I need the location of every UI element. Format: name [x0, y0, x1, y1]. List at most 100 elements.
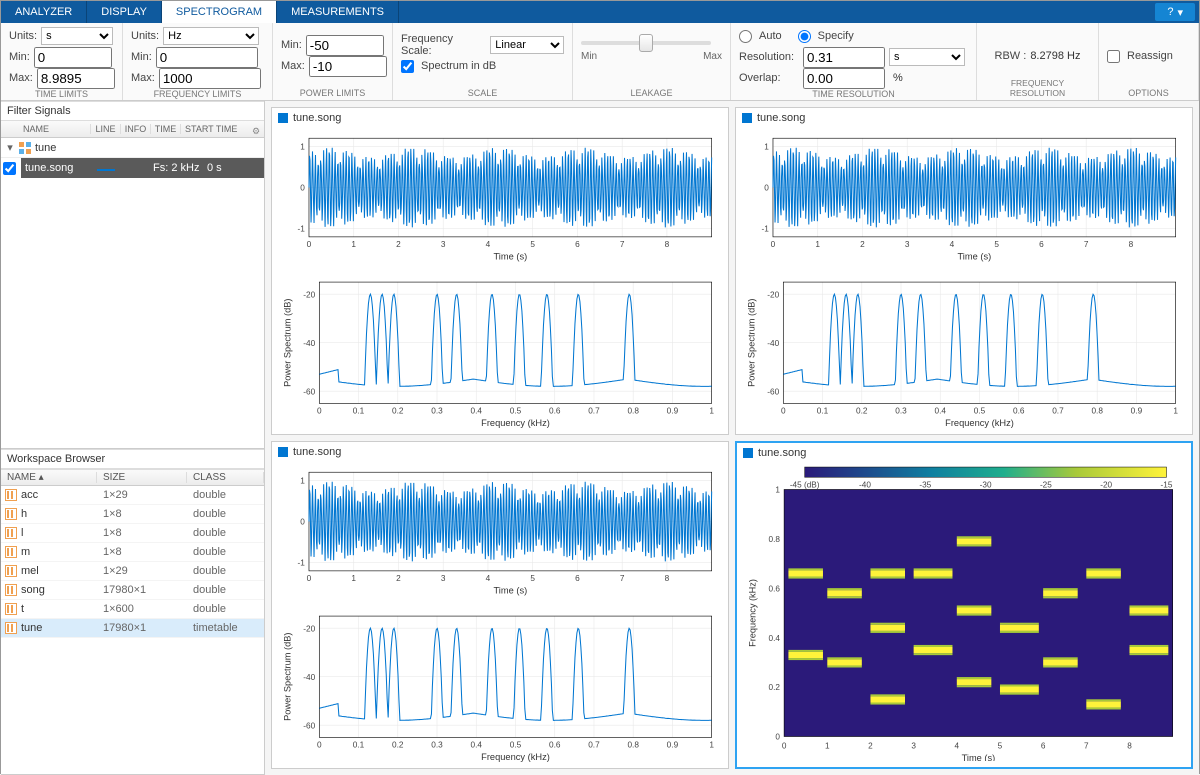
leakage-min-label: Min — [581, 51, 597, 62]
variable-name: mel — [21, 565, 39, 577]
power-min-label: Min: — [281, 39, 302, 51]
rbw-label: RBW : — [995, 50, 1027, 62]
svg-text:0.8: 0.8 — [769, 535, 781, 544]
filter-signals-title: Filter Signals — [1, 101, 264, 121]
variable-icon — [5, 565, 17, 577]
freqscale-label: Frequency Scale: — [401, 33, 486, 57]
leakage-max-label: Max — [703, 51, 722, 62]
workspace-row[interactable]: tune 17980×1 timetable — [1, 619, 264, 638]
resolution-input[interactable] — [803, 47, 885, 68]
timeres-auto-label: Auto — [759, 30, 782, 42]
variable-name: t — [21, 603, 24, 615]
group-frequency-resolution: RBW : 8.2798 Hz FREQUENCY RESOLUTION — [977, 23, 1099, 100]
svg-text:0.4: 0.4 — [935, 407, 947, 416]
overlap-input[interactable] — [803, 68, 885, 89]
variable-size: 17980×1 — [97, 622, 187, 634]
plot-legend-label: tune.song — [757, 112, 805, 124]
signal-group-tune[interactable]: ▾ tune — [1, 138, 264, 158]
svg-text:0.6: 0.6 — [1013, 407, 1025, 416]
workspace-row[interactable]: m 1×8 double — [1, 543, 264, 562]
reassign-checkbox[interactable] — [1107, 50, 1120, 63]
svg-text:5: 5 — [530, 574, 535, 583]
svg-text:-60: -60 — [303, 387, 315, 396]
signal-checkbox[interactable] — [3, 162, 16, 175]
group-frequency-resolution-label: FREQUENCY RESOLUTION — [985, 76, 1090, 98]
freq-min-input[interactable] — [156, 47, 258, 68]
svg-text:0: 0 — [317, 407, 322, 416]
time-max-input[interactable] — [37, 68, 115, 89]
signal-row-tune-song[interactable]: tune.song Fs: 2 kHz 0 s — [1, 158, 264, 178]
svg-text:Time (s): Time (s) — [493, 585, 527, 595]
col-start[interactable]: START TIME ⚙ — [181, 124, 264, 134]
tab-spectrogram[interactable]: SPECTROGRAM — [162, 1, 277, 23]
svg-text:1: 1 — [775, 486, 780, 495]
svg-text:1: 1 — [300, 143, 305, 152]
svg-text:0.1: 0.1 — [353, 741, 365, 750]
svg-text:-20: -20 — [767, 290, 779, 299]
timeres-auto-radio[interactable] — [739, 30, 752, 43]
workspace-row[interactable]: song 17980×1 double — [1, 581, 264, 600]
svg-text:0: 0 — [300, 518, 305, 527]
freq-max-input[interactable] — [159, 68, 261, 89]
tab-measurements[interactable]: MEASUREMENTS — [277, 1, 399, 23]
svg-text:-40: -40 — [303, 339, 315, 348]
workspace-row[interactable]: t 1×600 double — [1, 600, 264, 619]
svg-text:6: 6 — [575, 240, 580, 249]
variable-class: timetable — [187, 622, 264, 634]
workspace-row[interactable]: h 1×8 double — [1, 505, 264, 524]
overlap-label: Overlap: — [739, 72, 799, 84]
tab-analyzer[interactable]: ANALYZER — [1, 1, 87, 23]
col-time[interactable]: TIME — [151, 124, 181, 134]
freqscale-select[interactable]: Linear — [490, 36, 564, 54]
freq-units-label: Units: — [131, 30, 159, 42]
svg-text:0.4: 0.4 — [471, 407, 483, 416]
tab-display[interactable]: DISPLAY — [87, 1, 162, 23]
timeres-specify-label: Specify — [818, 30, 854, 42]
time-units-select[interactable]: s — [41, 27, 113, 45]
time-units-label: Units: — [9, 30, 37, 42]
group-frequency-limits: Units: Hz Min: Max: FREQUENCY LIMITS — [123, 23, 273, 100]
plot-panel-bottom-left[interactable]: tune.song -101012345678Time (s)-60-40-20… — [271, 441, 729, 769]
group-time-limits-label: TIME LIMITS — [9, 87, 114, 99]
group-time-resolution-label: TIME RESOLUTION — [739, 87, 968, 99]
help-button[interactable]: ? ▾ — [1155, 3, 1195, 21]
svg-text:-1: -1 — [298, 559, 306, 568]
svg-text:0.8: 0.8 — [627, 407, 639, 416]
svg-text:0.2: 0.2 — [392, 741, 404, 750]
wb-col-size[interactable]: SIZE — [97, 472, 187, 483]
svg-text:6: 6 — [575, 574, 580, 583]
svg-text:3: 3 — [441, 574, 446, 583]
col-info[interactable]: INFO — [121, 124, 151, 134]
svg-text:0.2: 0.2 — [392, 407, 404, 416]
col-name[interactable]: NAME — [1, 124, 91, 134]
spectrum-db-checkbox[interactable] — [401, 60, 414, 73]
svg-text:0.1: 0.1 — [817, 407, 829, 416]
reassign-label: Reassign — [1127, 50, 1173, 62]
svg-text:0.3: 0.3 — [431, 407, 443, 416]
power-min-input[interactable] — [306, 35, 384, 56]
gear-icon[interactable]: ⚙ — [252, 126, 262, 136]
svg-text:0.9: 0.9 — [1131, 407, 1143, 416]
variable-class: double — [187, 565, 264, 577]
freq-units-select[interactable]: Hz — [163, 27, 259, 45]
time-min-input[interactable] — [34, 47, 112, 68]
plot-panel-top-left[interactable]: tune.song -101012345678Time (s)-60-40-20… — [271, 107, 729, 435]
group-frequency-limits-label: FREQUENCY LIMITS — [131, 87, 264, 99]
power-max-input[interactable] — [309, 56, 387, 77]
plot-panel-spectrogram[interactable]: tune.song -45 (dB)-40-35-30-25-20-1500.2… — [735, 441, 1193, 769]
plot-panel-top-right[interactable]: tune.song -101012345678Time (s)-60-40-20… — [735, 107, 1193, 435]
leakage-slider[interactable] — [581, 41, 711, 45]
svg-text:0.5: 0.5 — [510, 741, 522, 750]
wb-col-name[interactable]: NAME ▴ — [1, 472, 97, 483]
timeres-specify-radio[interactable] — [798, 30, 811, 43]
variable-icon — [5, 622, 17, 634]
workspace-row[interactable]: acc 1×29 double — [1, 486, 264, 505]
svg-text:Frequency (kHz): Frequency (kHz) — [747, 579, 757, 647]
workspace-row[interactable]: l 1×8 double — [1, 524, 264, 543]
workspace-row[interactable]: mel 1×29 double — [1, 562, 264, 581]
chevron-down-icon[interactable]: ▾ — [5, 141, 15, 154]
col-line[interactable]: LINE — [91, 124, 121, 134]
group-power-limits: Min: Max: POWER LIMITS — [273, 23, 393, 100]
resolution-unit-select[interactable]: s — [889, 48, 965, 66]
wb-col-class[interactable]: CLASS — [187, 472, 264, 483]
